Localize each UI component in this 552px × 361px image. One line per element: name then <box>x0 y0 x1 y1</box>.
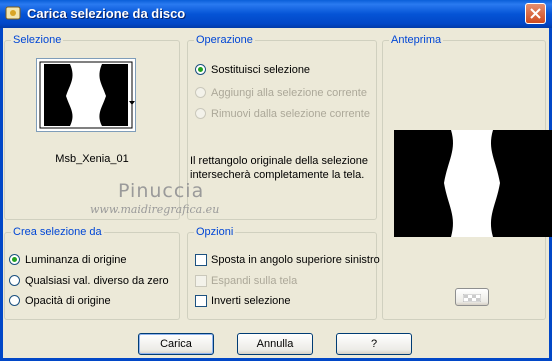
title-bar[interactable]: Carica selezione da disco <box>0 0 552 28</box>
watermark-name: Pinuccia <box>118 180 205 202</box>
thumbnail-name: Msb_Xenia_01 <box>55 153 129 165</box>
preview-image <box>394 130 552 237</box>
checkbox-label: Sposta in angolo superiore sinistro <box>211 254 380 266</box>
checker-icon <box>462 293 482 303</box>
help-button[interactable]: ? <box>336 333 412 355</box>
psp-icon <box>5 5 21 21</box>
info-text-line2: intersecherà completamente la tela. <box>190 169 365 181</box>
selezione-legend: Selezione <box>11 34 64 47</box>
radio-label: Luminanza di origine <box>25 254 127 266</box>
radio-button[interactable] <box>9 254 20 265</box>
checkbox[interactable] <box>195 295 207 307</box>
radio-label: Aggiungi alla selezione corrente <box>211 87 367 99</box>
close-button[interactable] <box>525 3 546 24</box>
radio-label: Sostituisci selezione <box>211 64 311 76</box>
operazione-legend: Operazione <box>194 34 255 47</box>
radio-button[interactable] <box>9 295 20 306</box>
selection-thumbnail[interactable] <box>36 58 136 132</box>
close-icon <box>530 8 541 19</box>
window-title: Carica selezione da disco <box>27 6 186 21</box>
crea-legend: Crea selezione da <box>11 226 104 239</box>
info-text-line1: Il rettangolo originale della selezione <box>190 155 368 167</box>
radio-button[interactable] <box>195 87 206 98</box>
radio-button[interactable] <box>195 64 206 75</box>
selection-shape-image <box>39 61 133 129</box>
window-border-left <box>0 28 3 361</box>
watermark-url: www.maidiregrafica.eu <box>90 203 220 216</box>
checkbox-label: Espandi sulla tela <box>211 275 298 287</box>
chevron-down-icon[interactable] <box>129 101 135 105</box>
checkbox[interactable] <box>195 254 207 266</box>
checkbox-label: Inverti selezione <box>211 295 291 307</box>
opzioni-legend: Opzioni <box>194 226 236 239</box>
radio-button[interactable] <box>9 275 20 286</box>
radio-label: Opacità di origine <box>25 295 111 307</box>
annulla-button[interactable]: Annulla <box>237 333 313 355</box>
anteprima-legend: Anteprima <box>389 34 444 47</box>
radio-label: Qualsiasi val. diverso da zero <box>25 275 169 287</box>
crea-selezione-group: Crea selezione da Luminanza di origine Q… <box>4 226 180 320</box>
opzioni-group: Opzioni Sposta in angolo superiore sinis… <box>187 226 380 320</box>
operazione-group: Operazione Sostituisci selezione Aggiung… <box>187 34 377 220</box>
checkbox[interactable] <box>195 275 207 287</box>
radio-label: Rimuovi dalla selezione corrente <box>211 108 370 120</box>
carica-button[interactable]: Carica <box>138 333 214 355</box>
radio-button[interactable] <box>195 108 206 119</box>
anteprima-group: Anteprima <box>382 34 552 320</box>
preview-toggle-button[interactable] <box>455 288 489 306</box>
